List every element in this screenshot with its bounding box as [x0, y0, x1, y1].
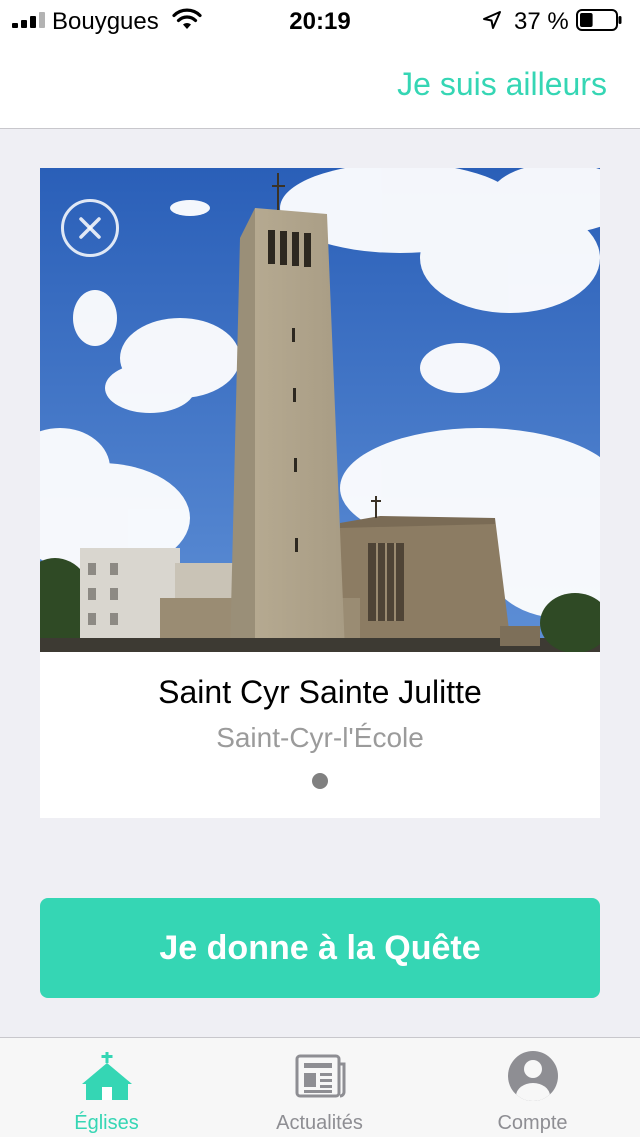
tab-bar: Églises Actualités Compte: [0, 1037, 640, 1137]
give-collection-label: Je donne à la Quête: [159, 929, 481, 967]
tab-label-actualites: Actualités: [276, 1112, 363, 1134]
page-indicator-dot: [312, 773, 328, 789]
navigation-bar: Je suis ailleurs: [0, 40, 640, 129]
tab-label-compte: Compte: [497, 1112, 568, 1134]
account-icon: [508, 1051, 558, 1101]
tab-label-eglises: Églises: [74, 1112, 139, 1134]
location-arrow-icon: [483, 11, 501, 29]
elsewhere-link[interactable]: Je suis ailleurs: [397, 66, 607, 103]
church-name: Saint Cyr Sainte Julitte: [158, 674, 482, 710]
give-collection-button[interactable]: Je donne à la Quête: [40, 898, 600, 998]
church-icon: [82, 1052, 132, 1100]
newspaper-icon: [295, 1054, 346, 1098]
tab-actualites[interactable]: Actualités: [213, 1038, 426, 1137]
status-bar: Bouygues 20:19 37 %: [0, 0, 640, 40]
church-city: Saint-Cyr-l'École: [216, 722, 424, 753]
church-photo: [40, 168, 600, 652]
battery-percentage: 37 %: [514, 8, 569, 35]
church-card[interactable]: Saint Cyr Sainte Julitte Saint-Cyr-l'Éco…: [40, 168, 600, 818]
tab-eglises[interactable]: Églises: [0, 1038, 213, 1137]
battery-icon: [576, 9, 622, 31]
tab-compte[interactable]: Compte: [426, 1038, 639, 1137]
close-icon[interactable]: [60, 198, 120, 258]
